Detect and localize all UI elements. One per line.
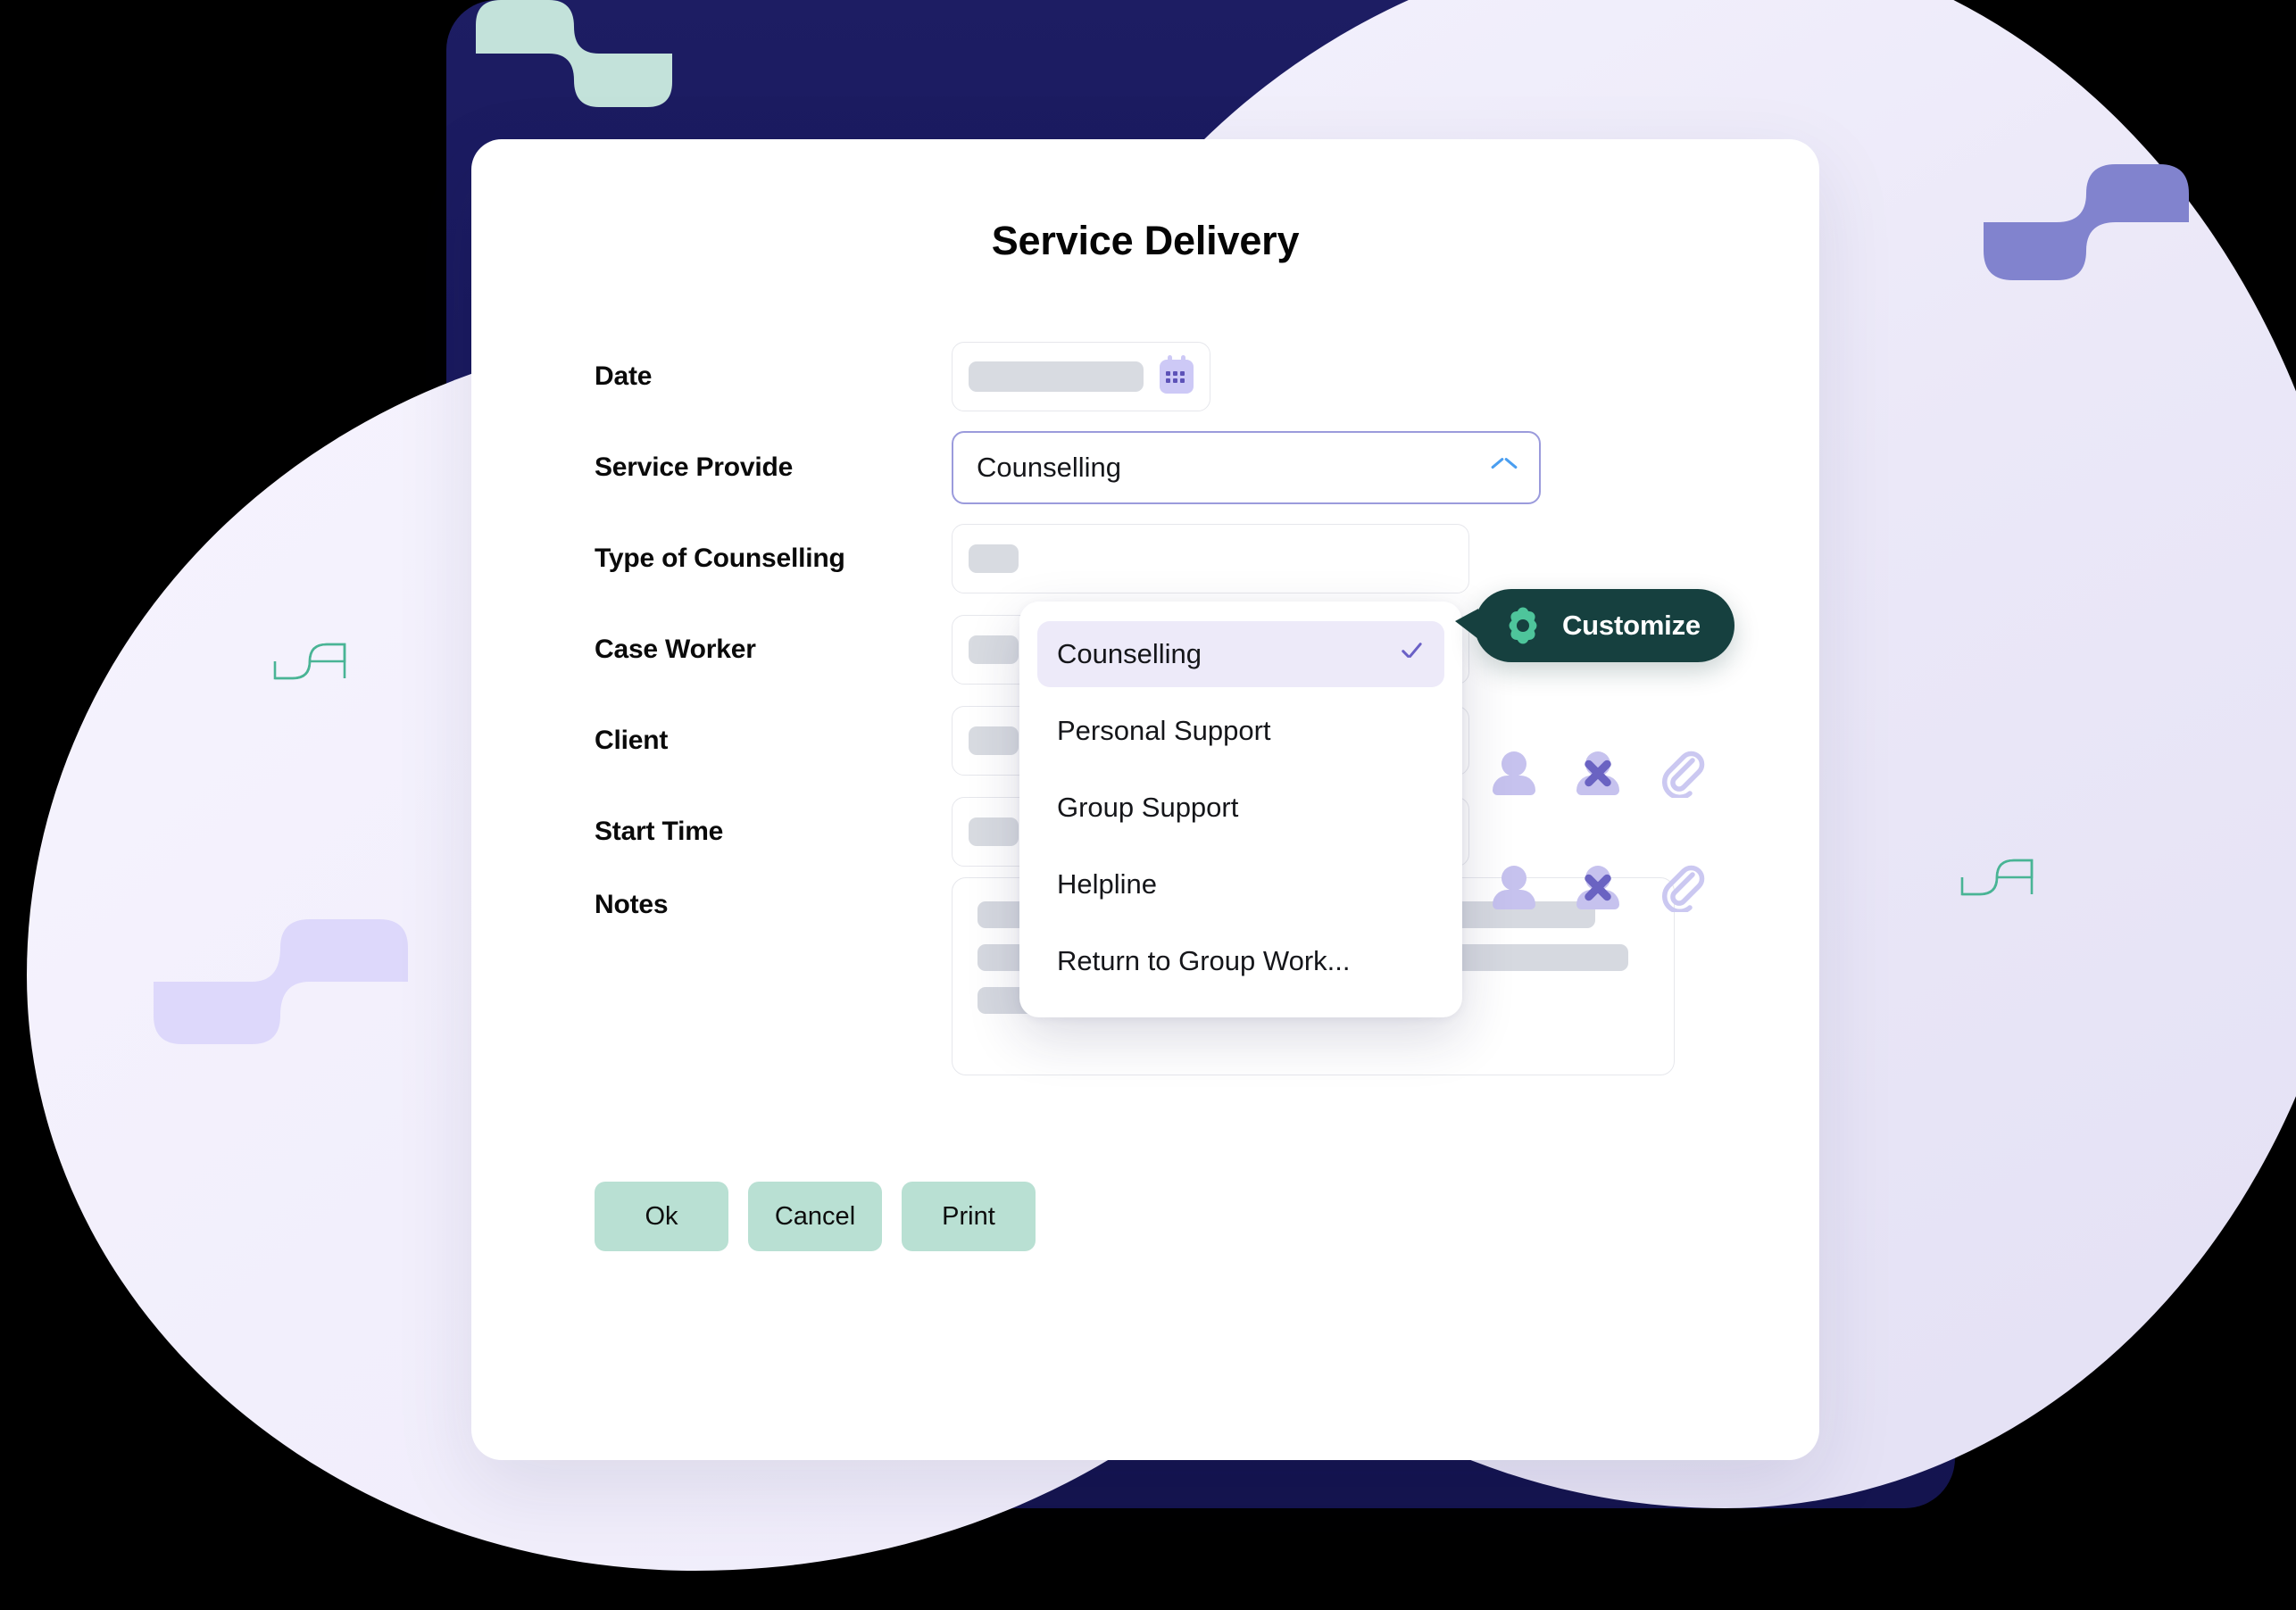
dropdown-option-personal-support[interactable]: Personal Support — [1037, 698, 1444, 764]
ok-button[interactable]: Ok — [595, 1182, 728, 1251]
type-of-counselling-input[interactable] — [952, 524, 1469, 593]
control-service-provide: Counselling — [952, 431, 1719, 504]
client-row-icons — [1489, 862, 1707, 912]
paperclip-icon[interactable] — [1657, 748, 1707, 798]
service-provide-value: Counselling — [977, 452, 1121, 483]
value-placeholder — [969, 544, 1019, 573]
print-button[interactable]: Print — [902, 1182, 1036, 1251]
label-type-of-counselling: Type of Counselling — [595, 544, 845, 573]
label-client: Client — [595, 726, 669, 755]
form-row-date: Date — [595, 331, 1719, 422]
dropdown-option-counselling[interactable]: Counselling — [1037, 621, 1444, 687]
dropdown-option-helpline[interactable]: Helpline — [1037, 851, 1444, 917]
check-icon — [1398, 641, 1425, 668]
dropdown-option-label: Return to Group Work... — [1057, 945, 1351, 976]
scurve-mint-large-icon — [476, 0, 672, 107]
service-provide-select[interactable]: Counselling — [952, 431, 1541, 504]
form-row-service-provide: Service Provide Counselling — [595, 422, 1719, 513]
control-type-of-counselling — [952, 524, 1719, 593]
scurve-lavender-icon — [154, 919, 408, 1044]
date-value-placeholder — [969, 361, 1144, 392]
label-service-provide: Service Provide — [595, 452, 794, 482]
page-title: Service Delivery — [991, 218, 1300, 263]
scurve-teal-right-icon — [1960, 859, 2034, 896]
value-placeholder — [969, 635, 1019, 664]
control-date — [952, 342, 1719, 411]
dropdown-option-group-support[interactable]: Group Support — [1037, 775, 1444, 841]
calendar-dots — [1166, 371, 1187, 383]
dropdown-option-label: Group Support — [1057, 792, 1239, 823]
customize-badge[interactable]: Customize — [1455, 589, 1734, 662]
cancel-button[interactable]: Cancel — [748, 1182, 882, 1251]
label-case-worker: Case Worker — [595, 635, 756, 664]
dropdown-option-label: Counselling — [1057, 638, 1202, 669]
label-start-time: Start Time — [595, 817, 724, 846]
dropdown-option-label: Personal Support — [1057, 715, 1271, 746]
screenshot-stage: Service Delivery Date Service Provide Co… — [0, 0, 2296, 1610]
person-icon[interactable] — [1489, 862, 1539, 912]
person-remove-icon[interactable] — [1573, 862, 1623, 912]
gear-icon — [1503, 606, 1543, 645]
date-input[interactable] — [952, 342, 1210, 411]
value-placeholder — [969, 726, 1019, 755]
service-provide-dropdown: Counselling Personal Support Group Suppo… — [1019, 602, 1462, 1017]
chevron-up-icon[interactable] — [1493, 461, 1516, 475]
label-notes: Notes — [595, 890, 669, 919]
person-icon[interactable] — [1489, 748, 1539, 798]
label-date: Date — [595, 361, 653, 391]
dropdown-option-return-to-group-work[interactable]: Return to Group Work... — [1037, 928, 1444, 994]
case-worker-row-icons — [1489, 748, 1707, 798]
dialog-actions: Ok Cancel Print — [595, 1182, 1036, 1251]
person-remove-icon[interactable] — [1573, 748, 1623, 798]
dropdown-option-label: Helpline — [1057, 868, 1158, 900]
customize-label: Customize — [1562, 610, 1701, 641]
calendar-icon[interactable] — [1160, 355, 1194, 394]
paperclip-icon[interactable] — [1657, 862, 1707, 912]
scurve-purple-large-icon — [1984, 164, 2189, 280]
scurve-teal-left-icon — [273, 643, 346, 680]
value-placeholder — [969, 817, 1019, 846]
